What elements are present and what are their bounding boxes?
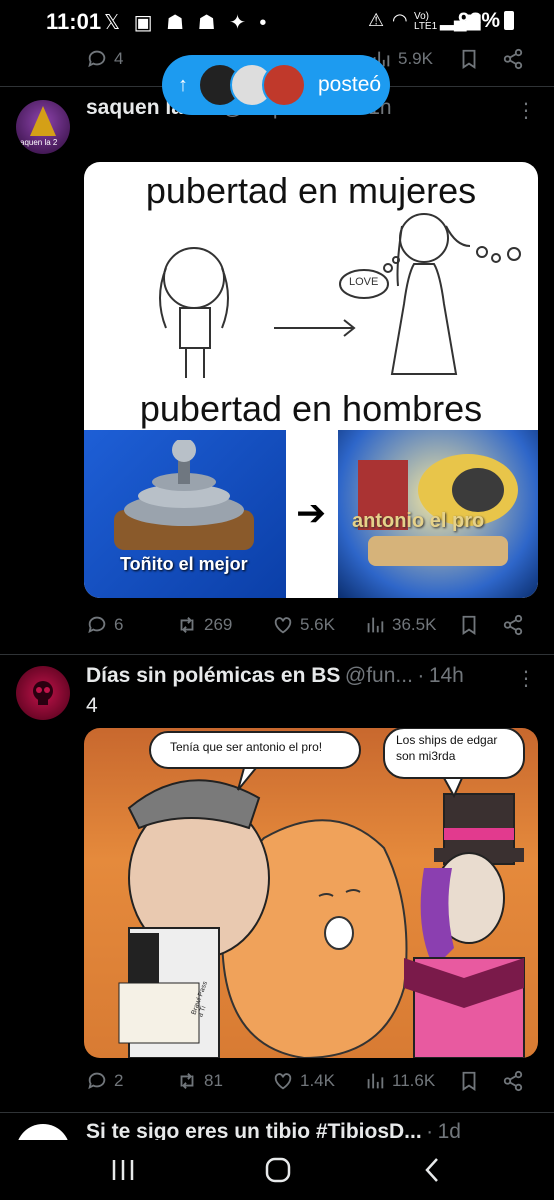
views-count: 11.6K: [392, 1071, 436, 1090]
meme-bottom-caption: pubertad en hombres: [139, 388, 483, 429]
reply-count: 4: [114, 49, 124, 68]
post-1[interactable]: aquen la 2 saquen la 2.0 @saquenla2 · 21…: [0, 88, 554, 654]
cartoon-scene: [118, 728, 525, 1058]
skull-icon: [33, 681, 53, 705]
post-time: 14h: [428, 664, 464, 687]
bookmark-button[interactable]: [458, 614, 480, 636]
reply-icon: [88, 50, 106, 68]
new-posts-pill[interactable]: ↑ posteó: [162, 55, 390, 115]
views-count: 5.9K: [398, 49, 433, 68]
separator: ·: [426, 1120, 434, 1140]
repost-count: 81: [204, 1071, 223, 1090]
like-button[interactable]: 1.4K: [272, 1070, 335, 1092]
post-image[interactable]: pubertad en mujeres LOVE pubertad en hom…: [84, 162, 538, 598]
notification-icons: 𝕏 ▣ ☗ ☗ ✦ •: [104, 12, 271, 34]
divider: [0, 654, 554, 655]
separator: ·: [417, 664, 425, 687]
avatar-hat-icon: [30, 106, 56, 136]
love-bubble-text: LOVE: [349, 276, 379, 288]
like-button[interactable]: 5.6K: [272, 614, 335, 636]
battery-level: 98%: [458, 9, 501, 32]
network-type: Vo) LTE1: [414, 11, 438, 32]
reply-button[interactable]: 6: [86, 614, 123, 636]
avatar[interactable]: aquen la 2: [16, 100, 70, 154]
meme-top-caption: pubertad en mujeres: [145, 170, 477, 211]
pill-avatar-3: [262, 63, 306, 107]
post-text: 4: [86, 694, 98, 717]
views-count: 36.5K: [392, 615, 437, 634]
repost-button[interactable]: 269: [176, 614, 232, 636]
post-header: Si te sigo eres un tibio #TibiosD... · 1…: [86, 1120, 461, 1140]
bubble-left-text: Tenía que ser antonio el pro!: [170, 740, 323, 754]
golden-tower-drawing: [358, 454, 518, 566]
views-icon: [367, 617, 384, 633]
heart-icon: [274, 1073, 292, 1090]
avatar-label: aquen la 2: [20, 138, 58, 147]
author-handle[interactable]: @fun...: [345, 664, 413, 687]
repost-icon: [180, 617, 194, 633]
like-count: 5.6K: [300, 615, 335, 634]
post-1-actions: 6 269 5.6K 36.5K: [0, 614, 554, 644]
like-count: 1.4K: [300, 1071, 335, 1090]
reply-button[interactable]: 4: [86, 48, 123, 70]
back-icon[interactable]: [420, 1156, 444, 1184]
recent-apps-icon[interactable]: [110, 1158, 136, 1182]
bookmark-icon: [462, 615, 476, 635]
avatar[interactable]: [16, 1124, 70, 1140]
bubble-right-text: Los ships de edgar son mi3rda: [396, 733, 498, 763]
views-button[interactable]: 36.5K: [364, 614, 436, 636]
share-button[interactable]: [502, 48, 524, 70]
post-time: 1d: [437, 1120, 461, 1140]
author-name[interactable]: Si te sigo eres un tibio #TibiosD...: [86, 1120, 422, 1140]
divider: [0, 1112, 554, 1113]
reply-icon: [88, 1072, 106, 1090]
reply-button[interactable]: 2: [86, 1070, 123, 1092]
arrow-up-icon: ↑: [178, 73, 188, 96]
reply-icon: [88, 616, 106, 634]
post-2[interactable]: Días sin polémicas en BS @fun... · 14h ⋮…: [0, 656, 554, 1110]
share-button[interactable]: [502, 614, 524, 636]
right-panel: antonio el pro: [338, 430, 538, 598]
clock: 11:01: [46, 9, 102, 34]
bookmark-icon: [462, 49, 476, 69]
bookmark-button[interactable]: [458, 1070, 480, 1092]
sim-lock-icon: ⚠: [368, 10, 385, 30]
avatar[interactable]: [16, 666, 70, 720]
post-image[interactable]: Tenía que ser antonio el pro! Los ships …: [84, 728, 538, 1058]
reply-count: 6: [114, 615, 124, 634]
views-icon: [367, 1073, 384, 1089]
more-options-icon[interactable]: ⋮: [516, 98, 536, 123]
repost-button[interactable]: 81: [176, 1070, 223, 1092]
heart-icon: [274, 617, 292, 634]
left-panel-caption: Toñito el mejor: [120, 554, 248, 574]
right-panel-caption: antonio el pro: [352, 510, 485, 532]
system-navigation-bar: [0, 1140, 554, 1200]
share-button[interactable]: [502, 1070, 524, 1092]
share-icon: [503, 614, 523, 636]
bookmark-icon: [462, 1071, 476, 1091]
left-panel: Toñito el mejor: [84, 430, 286, 598]
author-name[interactable]: Días sin polémicas en BS: [86, 664, 340, 687]
post-3[interactable]: Si te sigo eres un tibio #TibiosD... · 1…: [0, 1114, 554, 1140]
post-2-actions: 2 81 1.4K 11.6K: [0, 1070, 554, 1100]
wifi-icon: ◠: [392, 10, 408, 30]
post-header: Días sin polémicas en BS @fun... · 14h: [86, 664, 464, 688]
share-icon: [503, 48, 523, 70]
reply-count: 2: [114, 1071, 124, 1090]
battery-icon: [504, 11, 514, 30]
status-bar: 11:01 𝕏 ▣ ☗ ☗ ✦ • ⚠ ◠ Vo) LTE1 ▂▄▆ 98%: [0, 0, 554, 44]
home-icon[interactable]: [264, 1156, 292, 1184]
views-button[interactable]: 11.6K: [364, 1070, 435, 1092]
bookmark-button[interactable]: [458, 48, 480, 70]
repost-icon: [180, 1073, 194, 1089]
repost-count: 269: [204, 615, 233, 634]
arrow-icon: ➔: [296, 492, 327, 533]
more-options-icon[interactable]: ⋮: [516, 666, 536, 691]
tesla-tower-drawing: [114, 440, 254, 550]
pill-label: posteó: [318, 73, 382, 96]
share-icon: [503, 1070, 523, 1092]
drawing-girl-to-woman: [159, 213, 521, 378]
